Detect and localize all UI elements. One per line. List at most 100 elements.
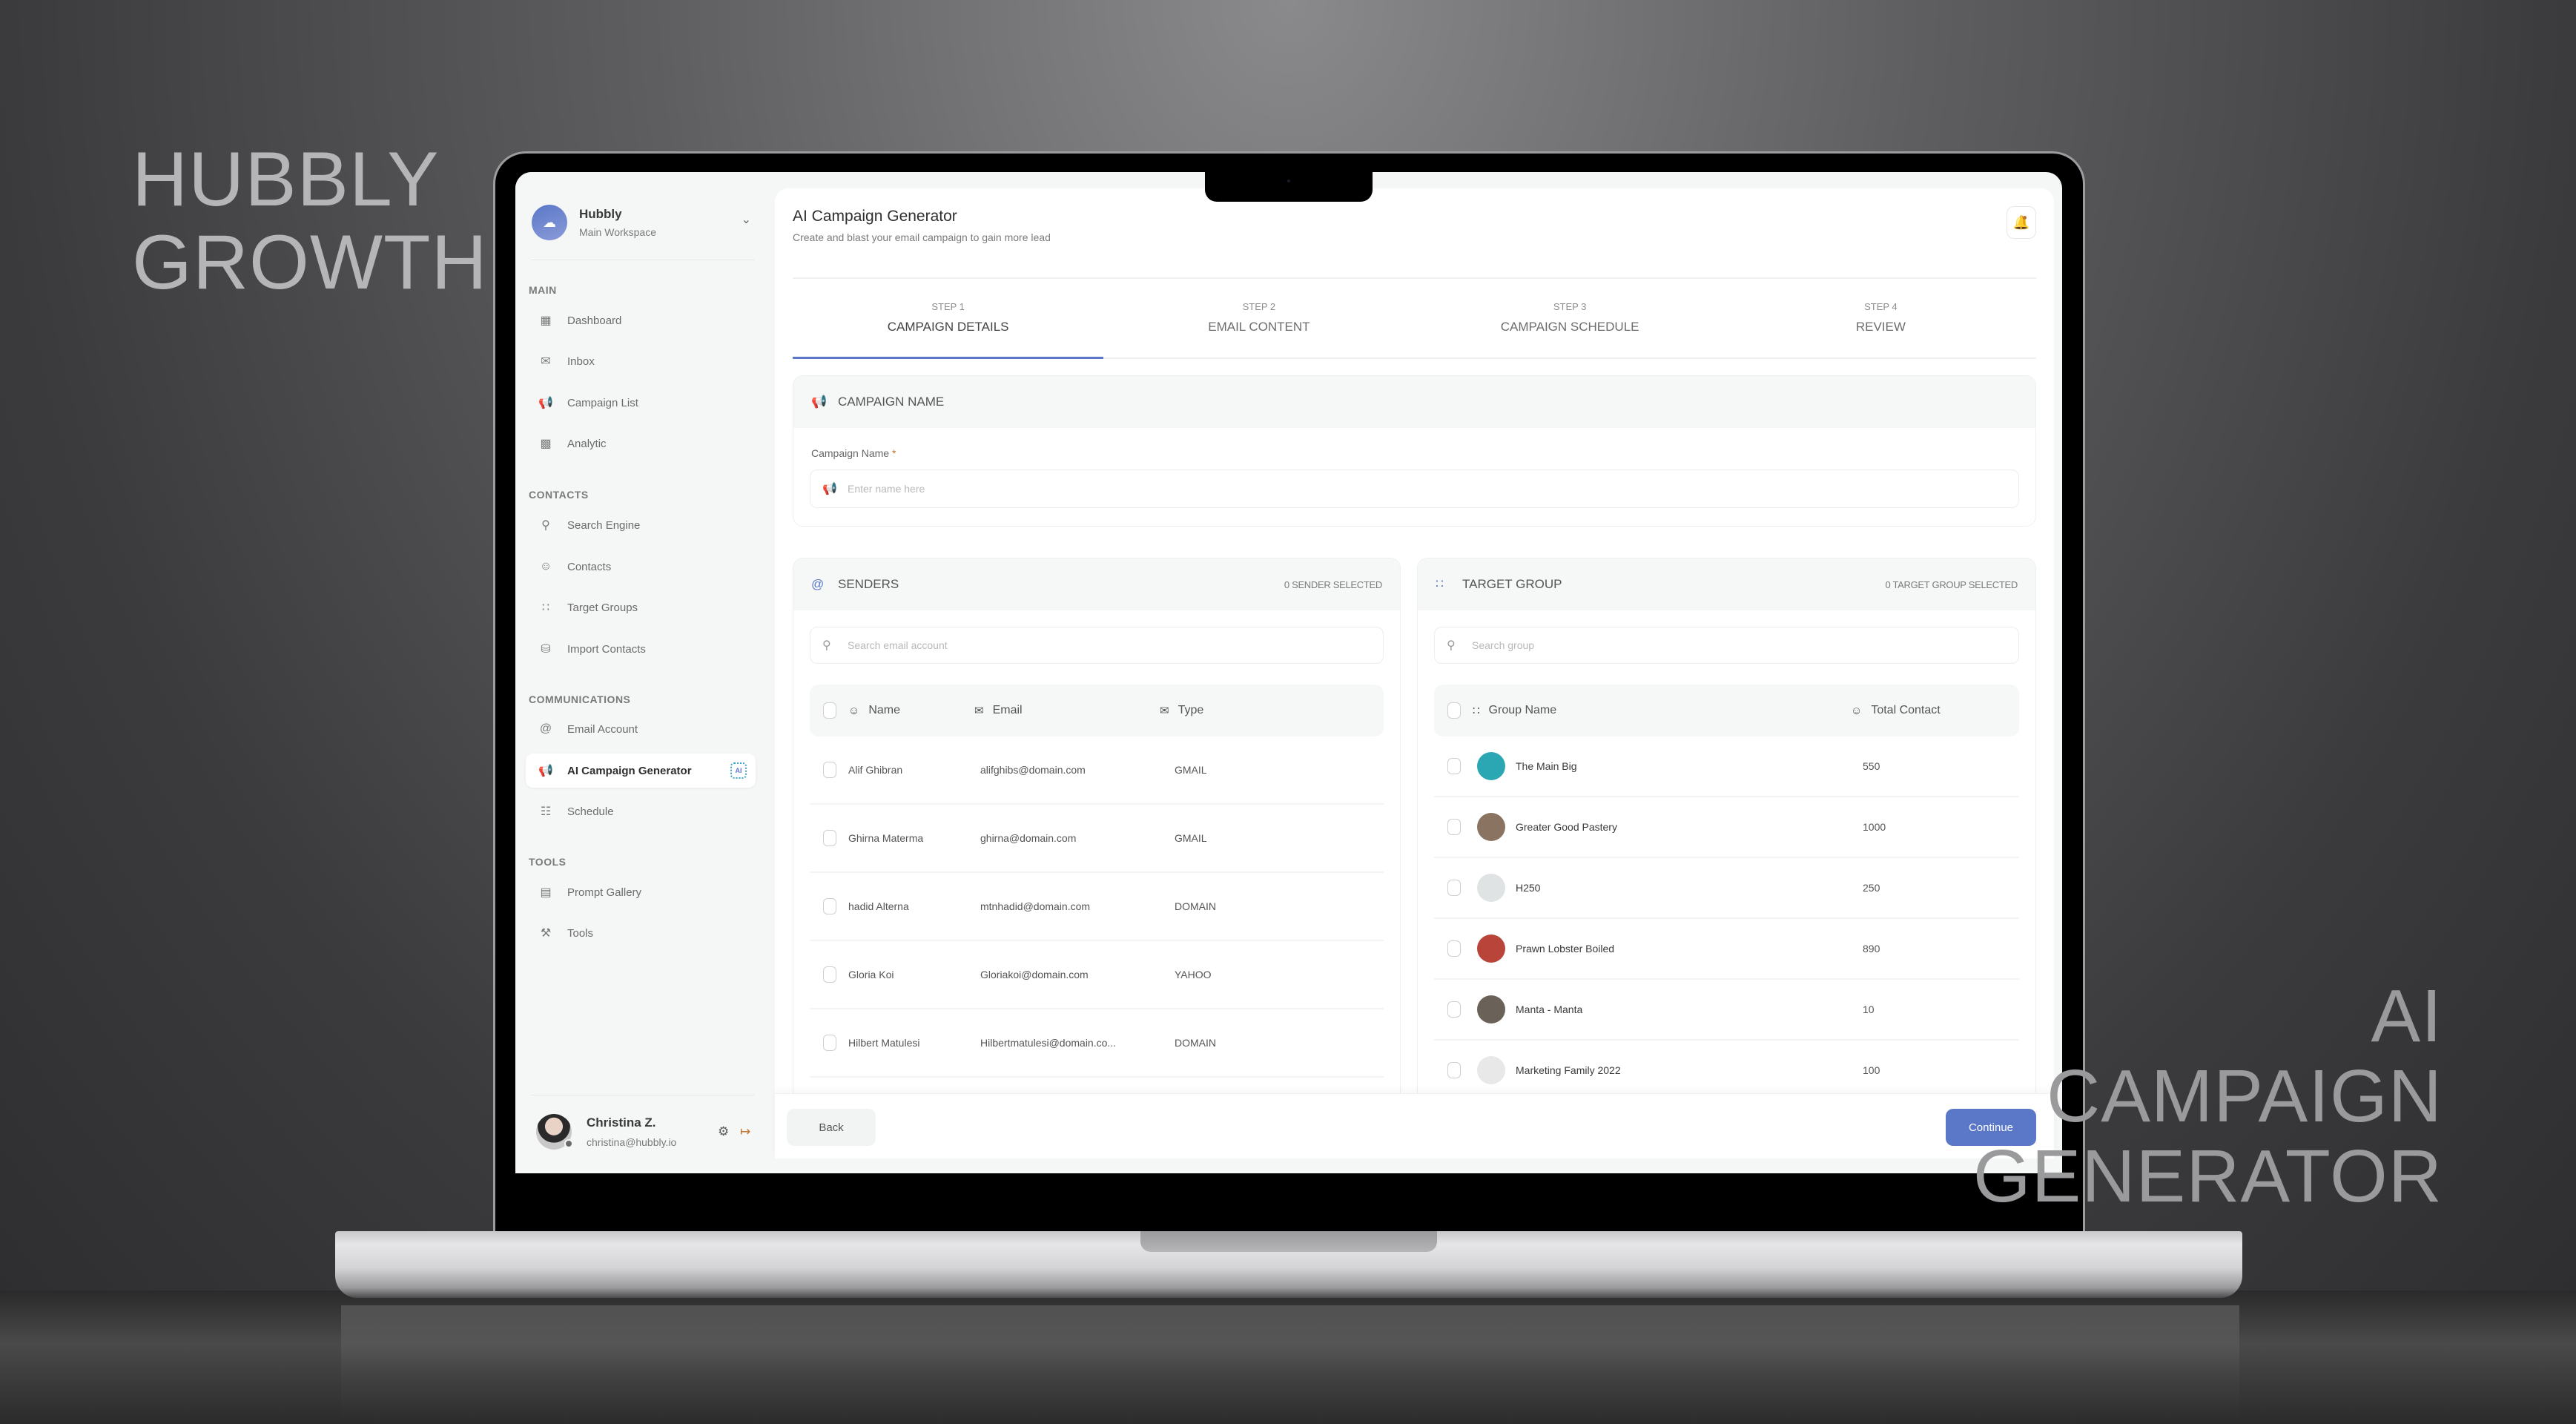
sidebar-item-label: Target Groups	[567, 601, 638, 614]
avatar[interactable]	[536, 1114, 573, 1150]
mail-icon: ✉	[541, 355, 551, 368]
row-checkbox[interactable]	[1447, 880, 1461, 896]
status-indicator	[564, 1139, 573, 1148]
row-checkbox[interactable]	[1447, 1062, 1461, 1078]
column-name[interactable]: ☺ Name	[848, 704, 974, 717]
sender-type: DOMAIN	[1175, 1037, 1216, 1049]
sidebar-item-prompt-gallery[interactable]: ▤ Prompt Gallery	[526, 875, 756, 909]
campaign-name-input[interactable]	[848, 483, 2018, 495]
sidebar-item-label: Email Account	[567, 722, 638, 736]
select-all-checkbox[interactable]	[1447, 702, 1461, 719]
group-total: 100	[1863, 1064, 1880, 1076]
group-search-field[interactable]: ⚲	[1434, 627, 2019, 664]
row-checkbox[interactable]	[823, 966, 836, 983]
bar-chart-icon: ▩	[540, 438, 552, 450]
sidebar-item-contacts[interactable]: ☺ Contacts	[526, 550, 756, 584]
user-icon: ☺	[1851, 704, 1863, 717]
select-all-checkbox[interactable]	[823, 702, 836, 719]
step-name: EMAIL CONTENT	[1208, 320, 1310, 334]
sidebar-item-analytic[interactable]: ▩ Analytic	[526, 426, 756, 461]
group-name: Manta - Manta	[1516, 1003, 1583, 1015]
step-campaign-details[interactable]: STEP 1 CAMPAIGN DETAILS	[793, 297, 1104, 359]
sender-name: Hilbert Matulesi	[848, 1037, 920, 1049]
sidebar-item-inbox[interactable]: ✉ Inbox	[526, 344, 756, 378]
sidebar-item-ai-campaign-generator[interactable]: 📢 AI Campaign Generator AI	[526, 754, 756, 788]
table-row[interactable]: Prawn Lobster Boiled 890	[1434, 919, 2019, 980]
users-group-icon: ∷	[1473, 705, 1480, 717]
user-email: christina@hubbly.io	[587, 1136, 677, 1148]
nav-section-contacts: CONTACTS	[529, 489, 589, 501]
step-review[interactable]: STEP 4 REVIEW	[1725, 297, 2036, 357]
table-row[interactable]: H250 250	[1434, 858, 2019, 919]
table-row[interactable]: Ghirna Materma ghirna@domain.com GMAIL	[810, 805, 1384, 873]
group-search-input[interactable]	[1472, 639, 2018, 651]
step-name: CAMPAIGN DETAILS	[887, 320, 1009, 334]
step-number: STEP 3	[1553, 301, 1587, 312]
sender-type: GMAIL	[1175, 832, 1207, 844]
sender-name: Gloria Koi	[848, 969, 894, 980]
laptop-base-groove	[1140, 1231, 1437, 1252]
chevron-down-icon[interactable]: ⌄	[742, 212, 751, 227]
bell-icon: 🔔	[2012, 214, 2030, 230]
sidebar-item-dashboard[interactable]: ▦ Dashboard	[526, 303, 756, 337]
nav-section-communications: COMMUNICATIONS	[529, 693, 631, 705]
table-row[interactable]: hadid Alterna mtnhadid@domain.com DOMAIN	[810, 873, 1384, 941]
table-row[interactable]: The Main Big 550	[1434, 736, 2019, 797]
row-checkbox[interactable]	[1447, 819, 1461, 835]
sidebar-item-campaign-list[interactable]: 📢 Campaign List	[526, 386, 756, 420]
hammer-icon: ⚒	[540, 927, 552, 940]
campaign-name-field[interactable]: 📢	[810, 469, 2019, 508]
table-row[interactable]: Alif Ghibran alifghibs@domain.com GMAIL	[810, 736, 1384, 805]
row-checkbox[interactable]	[1447, 940, 1461, 957]
group-avatar	[1477, 995, 1505, 1024]
table-row[interactable]: Manta - Manta 10	[1434, 980, 2019, 1041]
step-campaign-schedule[interactable]: STEP 3 CAMPAIGN SCHEDULE	[1415, 297, 1725, 357]
sender-search-input[interactable]	[848, 639, 1383, 651]
sender-type: GMAIL	[1175, 764, 1207, 776]
sender-search-field[interactable]: ⚲	[810, 627, 1384, 664]
sender-name: Alif Ghibran	[848, 764, 903, 776]
table-row[interactable]: Gloria Koi Gloriakoi@domain.com YAHOO	[810, 941, 1384, 1009]
column-group-name[interactable]: ∷ Group Name	[1473, 704, 1851, 717]
footer-bar: Back Continue	[775, 1093, 2054, 1158]
sidebar-item-tools[interactable]: ⚒ Tools	[526, 916, 756, 950]
column-type[interactable]: ✉ Type	[1160, 704, 1203, 717]
megaphone-icon: 📢	[822, 483, 837, 495]
row-checkbox[interactable]	[823, 898, 836, 914]
ai-chip-icon: AI	[730, 762, 747, 779]
group-total: 250	[1863, 882, 1880, 894]
field-label: Campaign Name *	[811, 447, 896, 459]
sidebar-item-schedule[interactable]: ☷ Schedule	[526, 794, 756, 828]
table-row[interactable]: Marketing Family 2022 100	[1434, 1041, 2019, 1101]
nav-section-main: MAIN	[529, 284, 557, 296]
promo-line: GROWTH	[132, 220, 488, 306]
row-checkbox[interactable]	[823, 1035, 836, 1051]
sidebar-item-search-engine[interactable]: ⚲ Search Engine	[526, 508, 756, 542]
row-checkbox[interactable]	[823, 830, 836, 846]
sidebar-item-target-groups[interactable]: ∷ Target Groups	[526, 590, 756, 624]
row-checkbox[interactable]	[1447, 1001, 1461, 1018]
row-checkbox[interactable]	[823, 762, 836, 778]
divider	[793, 277, 2036, 279]
sender-name: Ghirna Materma	[848, 832, 924, 844]
back-button[interactable]: Back	[787, 1109, 876, 1146]
group-avatar	[1477, 752, 1505, 780]
workspace-switcher[interactable]: ☁ Hubbly Main Workspace ⌄	[532, 200, 762, 245]
column-email[interactable]: ✉ Email	[974, 704, 1160, 717]
senders-card: @ SENDERS 0 SENDER SELECTED ⚲ ☺ Name ✉ Ema…	[793, 558, 1401, 1114]
logout-icon[interactable]: ↦	[740, 1124, 750, 1139]
notification-button[interactable]: 🔔	[2007, 206, 2036, 239]
row-checkbox[interactable]	[1447, 758, 1461, 774]
user-profile: Christina Z. christina@hubbly.io ⚙ ↦	[536, 1114, 759, 1150]
sidebar-item-label: Prompt Gallery	[567, 886, 642, 899]
gear-icon[interactable]: ⚙	[718, 1124, 729, 1139]
sidebar-item-email-account[interactable]: @ Email Account	[526, 712, 756, 746]
column-total-contact[interactable]: ☺ Total Contact	[1851, 704, 1941, 717]
sidebar-item-import-contacts[interactable]: ⛁ Import Contacts	[526, 632, 756, 666]
grid-icon: ▦	[540, 314, 552, 327]
table-row[interactable]: Greater Good Pastery 1000	[1434, 797, 2019, 858]
workspace-logo: ☁	[532, 205, 567, 240]
step-email-content[interactable]: STEP 2 EMAIL CONTENT	[1103, 297, 1414, 357]
column-label: Group Name	[1488, 704, 1557, 716]
table-row[interactable]: Hilbert Matulesi Hilbertmatulesi@domain.…	[810, 1009, 1384, 1078]
